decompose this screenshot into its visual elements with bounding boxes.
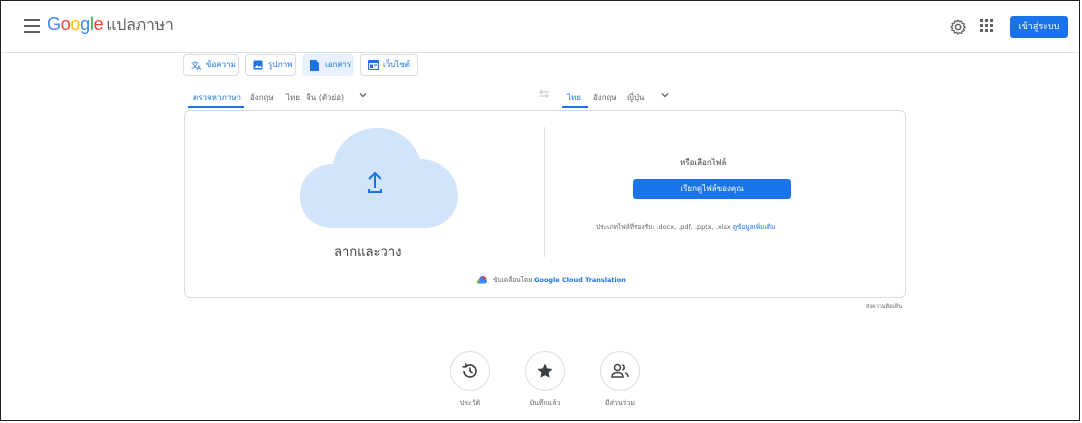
target-lang-japanese[interactable]: ญี่ปุ่น bbox=[627, 91, 644, 104]
source-lang-chinese[interactable]: จีน (ตัวย่อ) bbox=[306, 91, 344, 104]
powered-by: ขับเคลื่อนโดย Google Cloud Translation bbox=[477, 275, 626, 285]
source-lang-english[interactable]: อังกฤษ bbox=[250, 91, 274, 104]
source-lang-underline bbox=[188, 106, 244, 108]
history-icon bbox=[462, 363, 477, 378]
svg-text:A: A bbox=[197, 65, 202, 71]
target-lang-english[interactable]: อังกฤษ bbox=[593, 91, 617, 104]
contribute-label: มีส่วนร่วม bbox=[605, 399, 635, 407]
tab-images[interactable]: รูปภาพ bbox=[245, 54, 296, 76]
source-language-bar: ตรวจหาภาษา อังกฤษ ไทย จีน (ตัวย่อ) bbox=[0, 86, 540, 108]
saved-button[interactable] bbox=[525, 351, 565, 391]
chevron-down-icon[interactable] bbox=[660, 90, 670, 100]
website-icon bbox=[368, 60, 379, 70]
gear-icon[interactable] bbox=[948, 17, 968, 37]
cloud-upload-dropzone[interactable] bbox=[300, 128, 460, 230]
or-choose-file-label: หรือเลือกไฟล์ bbox=[680, 158, 727, 167]
google-cloud-icon bbox=[477, 276, 487, 284]
target-lang-thai[interactable]: ไทย bbox=[567, 91, 581, 104]
source-lang-detect[interactable]: ตรวจหาภาษา bbox=[193, 91, 241, 104]
google-translate-logo[interactable]: Google แปลภาษา bbox=[47, 13, 174, 38]
target-language-bar: ไทย อังกฤษ ญี่ปุ่น bbox=[540, 86, 740, 108]
supported-file-types: ประเภทไฟล์ที่รองรับ: .docx, .pdf, .pptx,… bbox=[596, 223, 776, 231]
sign-in-button[interactable]: เข้าสู่ระบบ bbox=[1010, 16, 1068, 38]
cloud-translation-link[interactable]: Google Cloud Translation bbox=[534, 276, 626, 284]
tab-websites[interactable]: เว็บไซต์ bbox=[360, 54, 418, 76]
tab-documents[interactable]: เอกสาร bbox=[302, 54, 354, 76]
document-upload-panel bbox=[184, 110, 906, 298]
menu-icon[interactable] bbox=[24, 19, 40, 33]
apps-grid-icon[interactable] bbox=[980, 19, 994, 33]
translate-icon: 文A bbox=[191, 60, 202, 71]
history-button[interactable] bbox=[450, 351, 490, 391]
send-feedback-link[interactable]: ส่งความคิดเห็น bbox=[866, 303, 902, 311]
document-icon bbox=[310, 60, 319, 71]
contribute-button[interactable] bbox=[600, 351, 640, 391]
product-name: แปลภาษา bbox=[106, 17, 174, 34]
saved-label: บันทึกแล้ว bbox=[529, 399, 561, 407]
learn-more-link[interactable]: ดูข้อมูลเพิ่มเติม bbox=[733, 223, 775, 231]
browse-files-button[interactable]: เรียกดูไฟล์ของคุณ bbox=[633, 179, 791, 199]
target-lang-underline bbox=[562, 106, 588, 108]
image-icon bbox=[253, 60, 263, 70]
history-label: ประวัติ bbox=[459, 399, 481, 407]
panel-divider bbox=[544, 127, 545, 257]
drag-and-drop-label: ลากและวาง bbox=[334, 245, 402, 260]
star-icon bbox=[537, 363, 553, 378]
chevron-down-icon[interactable] bbox=[358, 90, 368, 100]
source-lang-thai[interactable]: ไทย bbox=[286, 91, 300, 104]
tab-text[interactable]: 文A ข้อความ bbox=[183, 54, 239, 76]
people-icon bbox=[611, 363, 629, 378]
top-bar: Google แปลภาษา เข้าสู่ระบบ bbox=[1, 1, 1079, 53]
